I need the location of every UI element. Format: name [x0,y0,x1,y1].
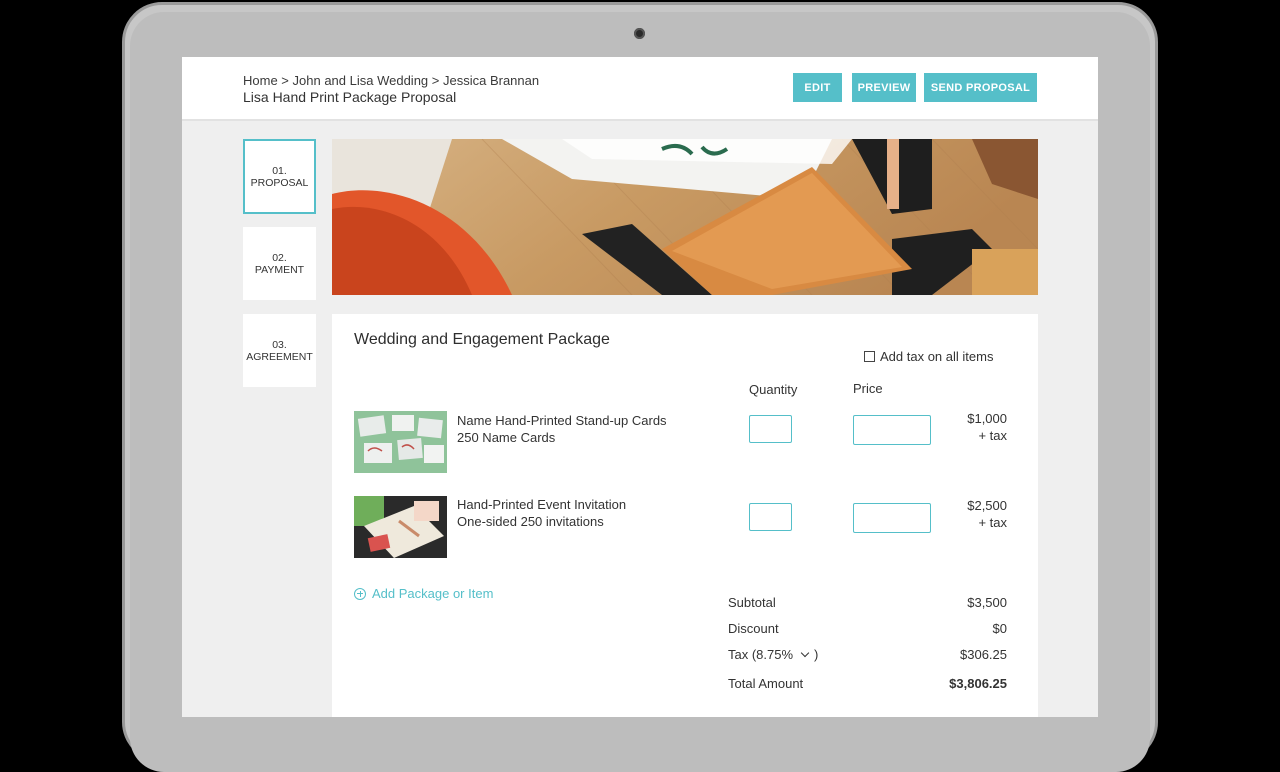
price-input[interactable] [853,503,931,533]
tax-rate-select[interactable]: Tax (8.75%) [728,647,818,662]
send-proposal-button[interactable]: SEND PROPOSAL [924,73,1037,102]
step-label: PAYMENT [254,263,305,276]
step-payment[interactable]: 02. PAYMENT [243,227,316,300]
item-price-tax: + tax [978,515,1007,530]
invitation-image [354,496,447,558]
package-card: Wedding and Engagement Package Add tax o… [332,314,1038,717]
quantity-input[interactable] [749,503,792,531]
app-screen: Home > John and Lisa Wedding > Jessica B… [182,57,1098,717]
item-price-amount: $2,500 [967,498,1007,513]
checkbox-icon[interactable] [864,351,875,362]
desk-photo [332,139,1038,295]
item-title: Hand-Printed Event Invitation [457,497,627,512]
add-tax-all-checkbox[interactable]: Add tax on all items [864,349,993,364]
tax-rate-label: Tax (8.75% [728,647,794,662]
tax-value: $306.25 [960,647,1007,662]
item-price-tax: + tax [978,428,1007,443]
price-column-header: Price [853,381,883,396]
item-name: Name Hand-Printed Stand-up Cards 250 Nam… [457,412,667,446]
edit-button[interactable]: EDIT [793,73,842,102]
step-proposal[interactable]: 01. PROPOSAL [243,139,316,214]
subtotal-label: Subtotal [728,595,776,610]
hero-image [332,139,1038,295]
chevron-down-icon[interactable] [800,648,810,658]
breadcrumb-separator: > [428,73,443,88]
package-title: Wedding and Engagement Package [354,331,610,348]
step-number: 03. [272,338,287,351]
header: Home > John and Lisa Wedding > Jessica B… [182,57,1098,121]
webcam-icon [634,28,645,39]
item-detail: One-sided 250 invitations [457,514,604,529]
item-price: $1,000 + tax [967,410,1007,444]
breadcrumb-client[interactable]: Jessica Brannan [443,73,539,88]
add-tax-all-label: Add tax on all items [880,349,994,364]
step-label: PROPOSAL [250,176,309,189]
total-value: $3,806.25 [949,676,1007,691]
step-label: AGREEMENT [246,350,313,363]
tax-rate-close: ) [814,647,819,662]
discount-label: Discount [728,621,779,636]
quantity-input[interactable] [749,415,792,443]
subtotal-value: $3,500 [967,595,1007,610]
price-input[interactable] [853,415,931,445]
breadcrumb-separator: > [277,73,293,88]
step-agreement[interactable]: 03. AGREEMENT [243,314,316,387]
item-title: Name Hand-Printed Stand-up Cards [457,413,667,428]
breadcrumb: Home > John and Lisa Wedding > Jessica B… [243,73,539,88]
item-thumbnail-cards [354,411,447,473]
page-title: Lisa Hand Print Package Proposal [243,89,457,105]
quantity-column-header: Quantity [749,382,798,397]
step-number: 01. [272,164,287,177]
cards-image [354,411,447,473]
preview-button[interactable]: PREVIEW [852,73,916,102]
total-label: Total Amount [728,676,804,691]
add-package-button[interactable]: Add Package or Item [354,586,493,601]
item-price-amount: $1,000 [967,411,1007,426]
breadcrumb-home[interactable]: Home [243,73,278,88]
step-number: 02. [272,251,287,264]
breadcrumb-project[interactable]: John and Lisa Wedding [293,73,429,88]
plus-circle-icon [354,587,366,600]
discount-value: $0 [992,621,1007,636]
item-price: $2,500 + tax [967,497,1007,531]
item-name: Hand-Printed Event Invitation One-sided … [457,496,626,530]
item-thumbnail-invitation [354,496,447,558]
item-detail: 250 Name Cards [457,430,556,445]
add-package-label: Add Package or Item [372,586,494,601]
